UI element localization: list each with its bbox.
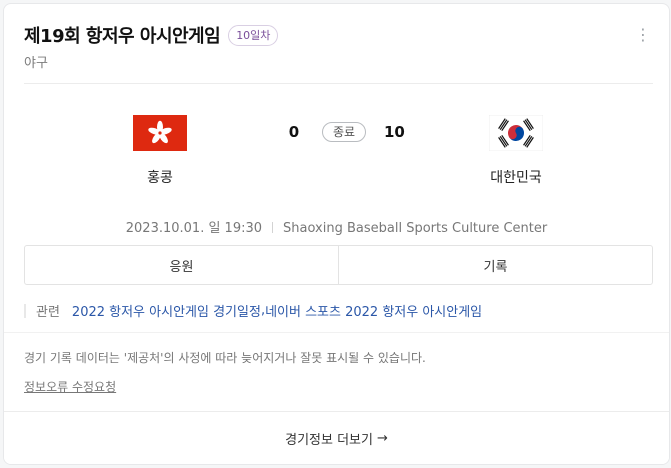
- away-score: 10: [384, 123, 405, 141]
- title-row: 제19회 항저우 아시안게임 10일차: [24, 22, 649, 48]
- tab-records[interactable]: 기록: [338, 246, 652, 284]
- card-header: 제19회 항저우 아시안게임 10일차 야구 ⋮: [24, 22, 651, 71]
- home-team-name: 홍콩: [147, 170, 173, 186]
- related-links: 관련 2022 항저우 아시안게임 경기일정, 네이버 스포츠 2022 항저우…: [24, 301, 482, 320]
- south-korea-flag-icon: [489, 115, 543, 151]
- event-title: 제19회 항저우 아시안게임: [24, 26, 221, 47]
- match-venue: Shaoxing Baseball Sports Culture Center: [283, 221, 548, 236]
- related-link-naver-sports[interactable]: 네이버 스포츠 2022 항저우 아시안게임: [265, 301, 482, 320]
- away-team[interactable]: 대한민국: [456, 115, 576, 187]
- home-team[interactable]: 홍콩: [100, 115, 220, 187]
- notice-area: 경기 기록 데이터는 '제공처'의 사정에 따라 늦어지거나 잘못 표시될 수 …: [4, 332, 669, 394]
- report-error-link[interactable]: 정보오류 수정요청: [24, 378, 116, 395]
- match-status-badge: 종료: [321, 122, 367, 142]
- data-notice: 경기 기록 데이터는 '제공처'의 사정에 따라 늦어지거나 잘못 표시될 수 …: [24, 351, 426, 365]
- away-team-name: 대한민국: [490, 170, 542, 186]
- match-datetime: 2023.10.01. 일 19:30: [125, 221, 263, 236]
- match-meta: 2023.10.01. 일 19:30 Shaoxing Baseball Spo…: [4, 217, 669, 236]
- day-badge: 10일차: [228, 24, 279, 46]
- action-tabs: 응원 기록: [24, 245, 653, 285]
- header-divider: [24, 83, 653, 84]
- hong-kong-flag-icon: [133, 115, 187, 151]
- match-card: 제19회 항저우 아시안게임 10일차 야구 ⋮ 홍콩 0 종료 10 대한민국…: [3, 3, 670, 465]
- more-info-button[interactable]: 경기정보 더보기 →: [4, 411, 669, 464]
- more-info-label: 경기정보 더보기: [285, 432, 373, 448]
- related-bar: [24, 303, 26, 318]
- scoreboard: 0 종료 10: [284, 122, 405, 142]
- home-score: 0: [288, 123, 300, 141]
- meta-separator: [272, 222, 274, 233]
- related-label: 관련: [36, 305, 60, 320]
- related-link-schedule[interactable]: 2022 항저우 아시안게임 경기일정: [72, 301, 261, 320]
- more-options-icon[interactable]: ⋮: [635, 24, 651, 46]
- arrow-right-icon: →: [376, 430, 388, 446]
- tab-cheer[interactable]: 응원: [25, 246, 338, 284]
- sport-label: 야구: [24, 56, 48, 71]
